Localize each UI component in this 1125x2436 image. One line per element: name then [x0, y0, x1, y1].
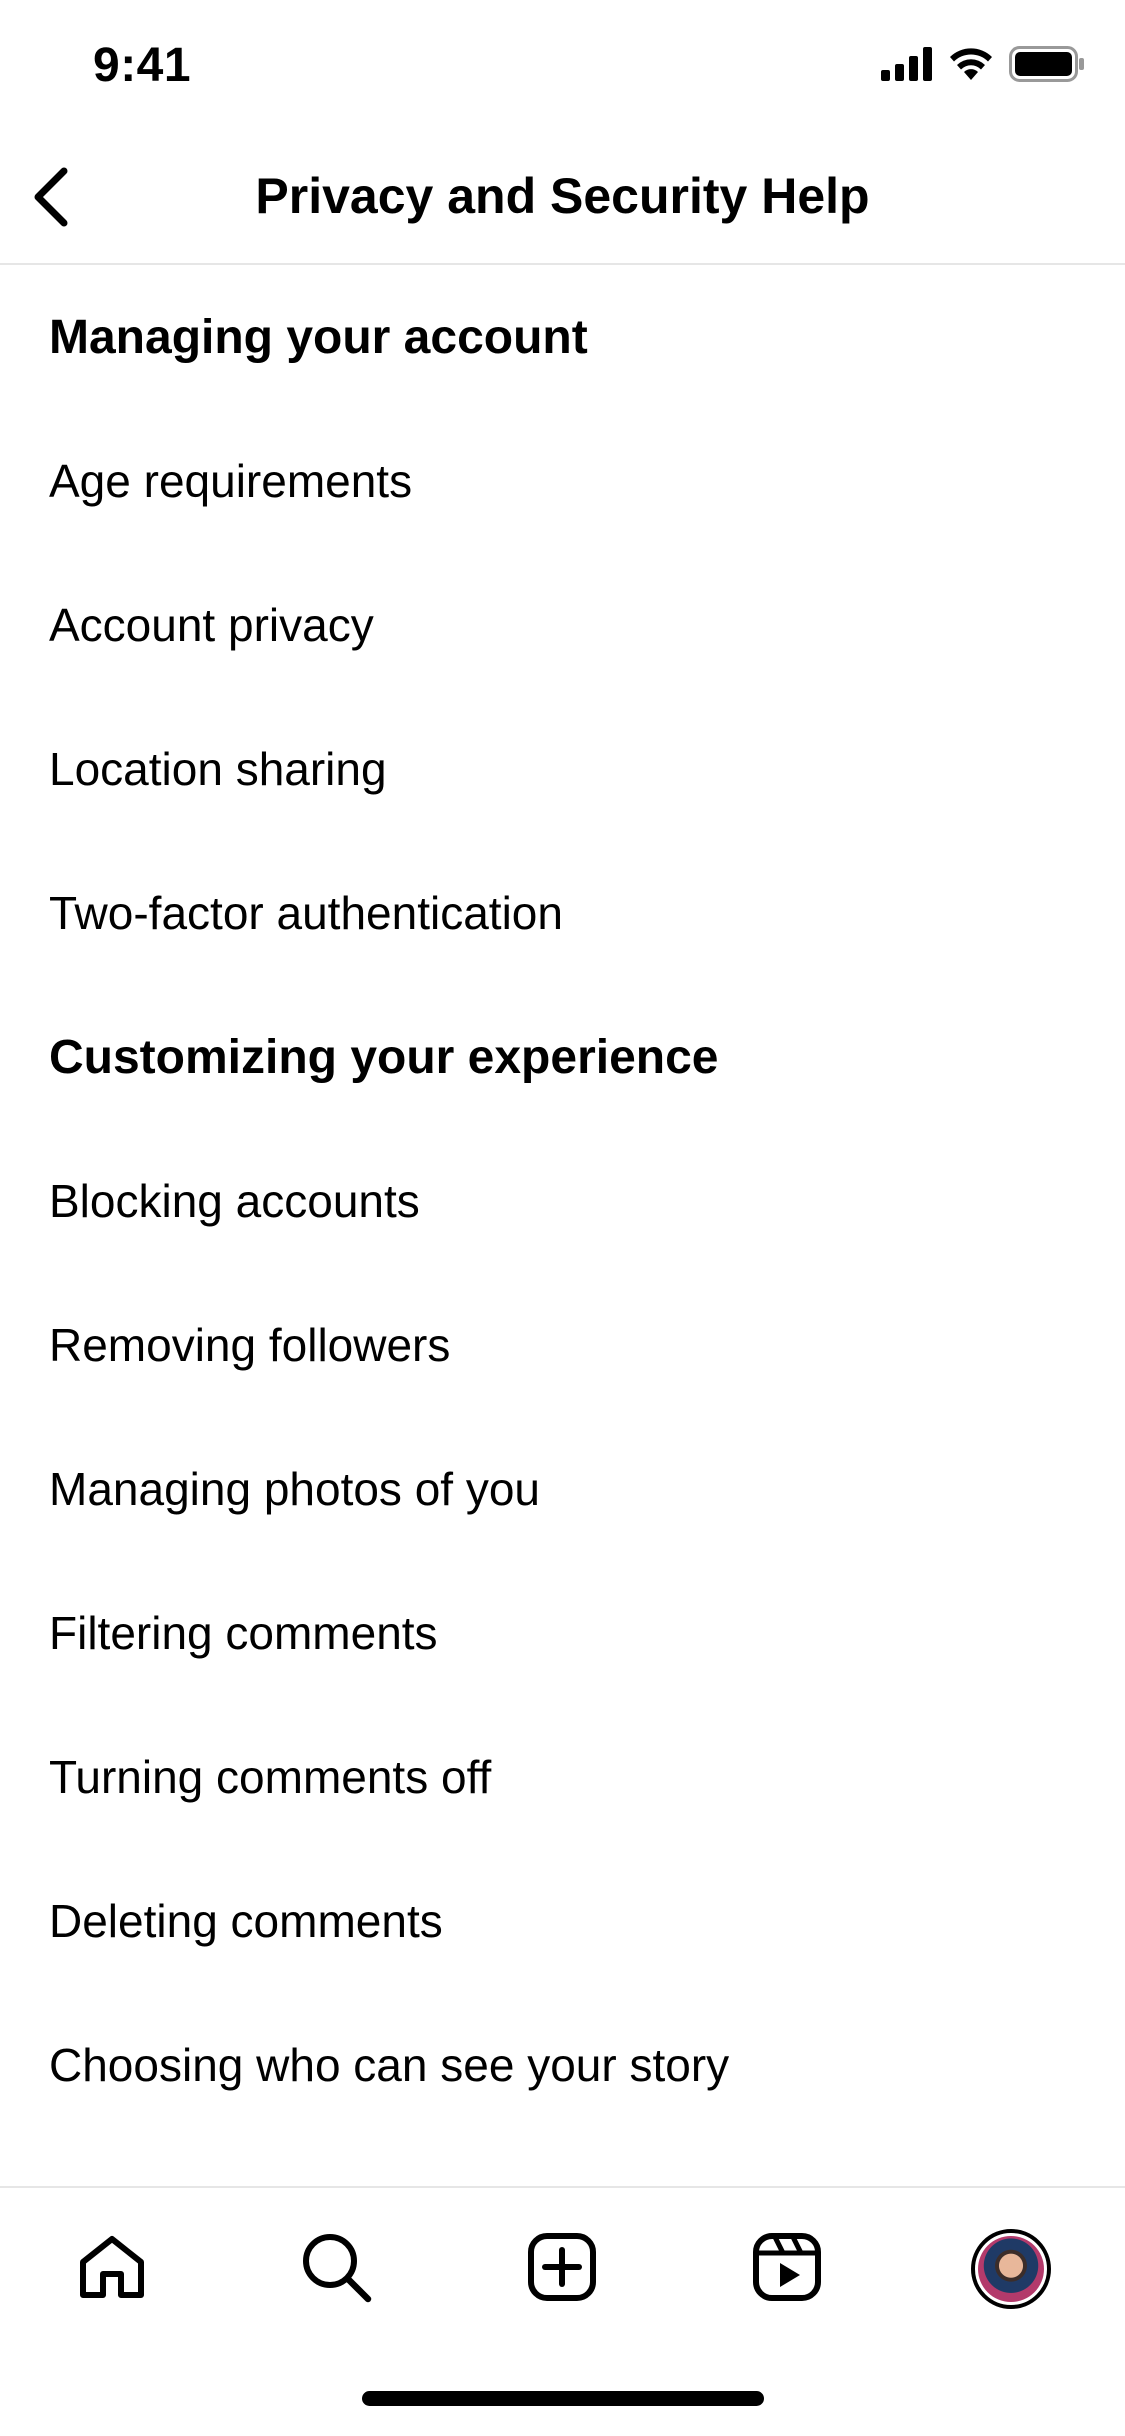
status-icons — [881, 46, 1085, 87]
list-item[interactable]: Location sharing — [0, 697, 1125, 841]
reels-icon — [753, 2232, 821, 2306]
battery-icon — [1009, 46, 1085, 87]
list-item[interactable]: Two-factor authentication — [0, 841, 1125, 985]
list-item[interactable]: Managing photos of you — [0, 1417, 1125, 1561]
page-title: Privacy and Security Help — [255, 168, 870, 224]
home-indicator[interactable] — [362, 2391, 764, 2406]
section-header: Customizing your experience — [49, 1030, 719, 1084]
list-item[interactable]: Age requirements — [0, 409, 1125, 553]
section-header: Managing your account — [49, 310, 588, 364]
tab-home[interactable] — [57, 2214, 167, 2324]
list-item[interactable]: Choosing who can see your story — [0, 1993, 1125, 2137]
list-item[interactable]: Account privacy — [0, 553, 1125, 697]
nav-header: Privacy and Security Help — [0, 135, 1125, 265]
tab-reels[interactable] — [732, 2214, 842, 2324]
create-icon — [528, 2232, 596, 2306]
tab-create[interactable] — [507, 2214, 617, 2324]
list-item[interactable]: Filtering comments — [0, 1561, 1125, 1705]
screen: 9:41 Privacy and Security Help Managing … — [0, 0, 1125, 2436]
cellular-signal-icon — [881, 47, 933, 86]
list-item[interactable]: Removing followers — [0, 1273, 1125, 1417]
tab-profile[interactable] — [956, 2214, 1066, 2324]
status-bar: 9:41 — [0, 0, 1125, 135]
avatar — [971, 2229, 1051, 2309]
tab-search[interactable] — [281, 2214, 391, 2324]
search-icon — [300, 2231, 372, 2308]
home-icon — [77, 2234, 147, 2305]
list-item[interactable]: Blocking accounts — [0, 1129, 1125, 1273]
status-time: 9:41 — [93, 39, 192, 92]
list-item[interactable]: Turning comments off — [0, 1705, 1125, 1849]
list-item[interactable]: Deleting comments — [0, 1849, 1125, 1993]
wifi-icon — [947, 46, 995, 87]
avatar-photo — [978, 2236, 1044, 2302]
help-list: Managing your account Age requirements A… — [0, 265, 1125, 2185]
